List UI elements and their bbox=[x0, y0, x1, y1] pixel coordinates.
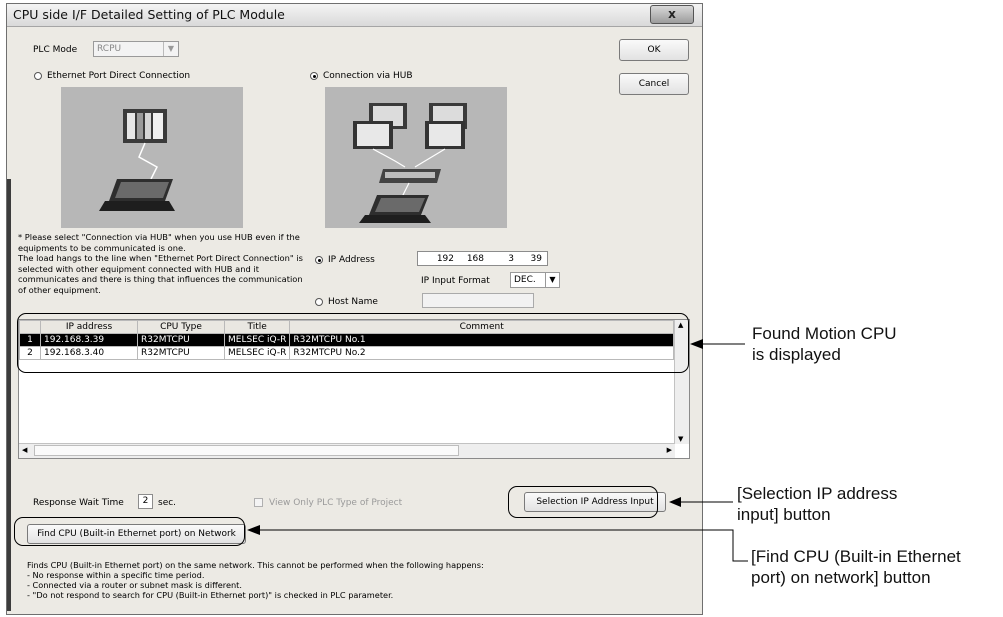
find-cpu-callout: [Find CPU (Built-in Ethernet port) on ne… bbox=[751, 547, 961, 587]
selection-ip-callout: [Selection IP address input] button bbox=[737, 484, 898, 524]
found-motion-cpu-callout: Found Motion CPU is displayed bbox=[752, 324, 897, 364]
